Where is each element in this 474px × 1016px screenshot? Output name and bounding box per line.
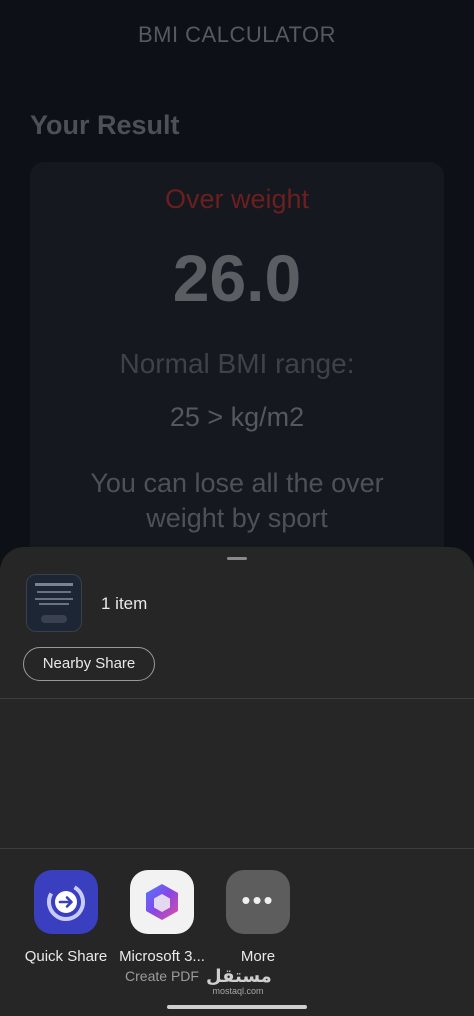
result-title: Your Result (30, 110, 180, 140)
microsoft-365-glyph (146, 884, 178, 920)
bmi-status: Over weight (164, 184, 310, 214)
more-label: More (240, 948, 276, 965)
sheet-drag-handle[interactable] (227, 557, 247, 560)
thumbnail-line (37, 591, 71, 593)
home-indicator[interactable] (167, 1005, 307, 1009)
item-count: 1 item (101, 594, 148, 613)
dots-glyph: ••• (241, 885, 275, 915)
microsoft-365-label: Microsoft 3... (119, 948, 205, 965)
shared-item-thumbnail[interactable] (26, 574, 82, 632)
thumbnail-line (35, 598, 73, 600)
watermark: مستقل mostaql.com (206, 966, 272, 996)
app-title: BMI CALCULATOR (137, 22, 337, 47)
normal-range-value: 25 > kg/m2 (169, 402, 305, 432)
bmi-value: 26.0 (172, 241, 302, 315)
divider (0, 698, 474, 699)
divider (0, 848, 474, 849)
thumbnail-line (35, 583, 73, 586)
quick-share-label: Quick Share (24, 948, 108, 965)
watermark-sub: mostaql.com (212, 986, 264, 996)
microsoft-365-icon[interactable] (130, 870, 194, 934)
normal-range-label: Normal BMI range: (119, 348, 355, 379)
quick-share-icon[interactable] (34, 870, 98, 934)
watermark-main: مستقل (206, 966, 272, 986)
microsoft-365-sublabel: Create PDF (125, 968, 199, 984)
nearby-share-button[interactable]: Nearby Share (23, 647, 155, 681)
thumbnail-line (39, 603, 69, 605)
thumbnail-button (41, 615, 67, 623)
quick-share-glyph (47, 883, 85, 921)
more-dots-icon[interactable]: ••• (226, 870, 290, 934)
advice-text: You can lose all the over weight by spor… (90, 468, 384, 533)
